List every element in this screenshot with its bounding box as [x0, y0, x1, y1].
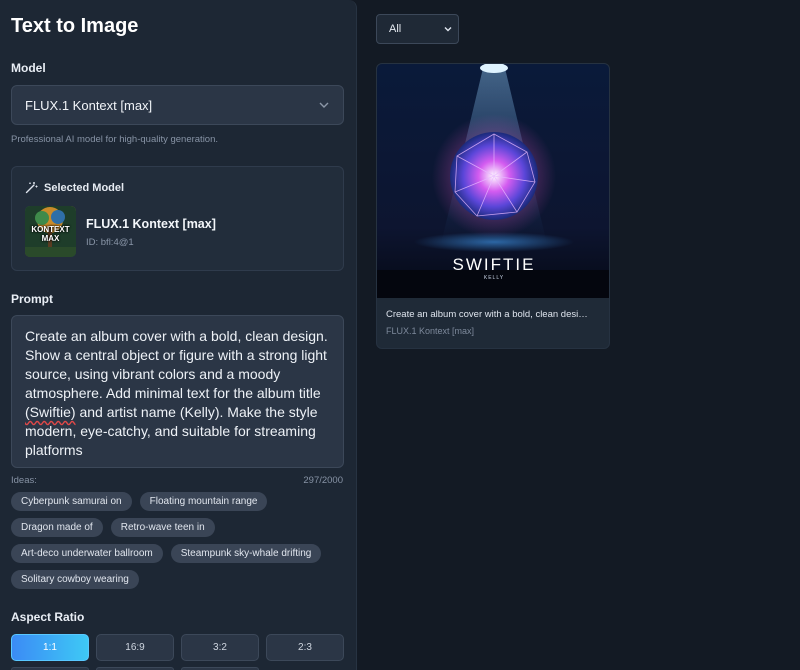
ratio-16-9-button[interactable]: 16:9 — [96, 634, 174, 661]
idea-chip[interactable]: Retro-wave teen in — [110, 518, 215, 537]
ideas-label: Ideas: — [11, 475, 37, 486]
idea-chips: Cyberpunk samurai on Floating mountain r… — [11, 492, 351, 589]
model-select-value: FLUX.1 Kontext [max] — [25, 97, 153, 113]
model-helper-text: Professional AI model for high-quality g… — [11, 134, 219, 145]
gallery-card[interactable]: SWIFTIE KELLY Create an album cover with… — [376, 63, 610, 349]
model-select[interactable]: FLUX.1 Kontext [max] — [11, 85, 344, 125]
idea-chip[interactable]: Cyberpunk samurai on — [11, 492, 132, 511]
generation-panel: Text to Image Model FLUX.1 Kontext [max]… — [0, 0, 357, 670]
idea-chip[interactable]: Steampunk sky-whale drifting — [170, 544, 322, 563]
thumb-text-bottom: MAX — [41, 234, 60, 243]
aspect-ratio-label: Aspect Ratio — [11, 610, 85, 624]
caption-text: Create an album cover with a bold, clean… — [386, 309, 592, 320]
selected-model-card: Selected Model KONTEXT MAX FLUX.1 Kontex… — [11, 166, 344, 271]
gallery-filter-value: All — [389, 23, 402, 35]
prompt-text-misspelled: (Swiftie) — [25, 404, 76, 420]
selected-model-name: FLUX.1 Kontext [max] — [86, 217, 216, 231]
gallery-card-model: FLUX.1 Kontext [max] — [386, 326, 475, 336]
thumb-text-top: KONTEXT — [31, 225, 70, 234]
prompt-text-start: Create an album cover with a bold, clean… — [25, 328, 328, 401]
gallery-card-caption: Create an album cover with a bold, clean… — [386, 309, 604, 320]
art-artist: KELLY — [484, 275, 504, 281]
idea-chip[interactable]: Dragon made of — [11, 518, 103, 537]
idea-chip[interactable]: Floating mountain range — [139, 492, 268, 511]
aspect-ratio-options: 1:1 16:9 3:2 2:3 — [11, 634, 344, 661]
model-label: Model — [11, 61, 46, 75]
ratio-1-1-button[interactable]: 1:1 — [11, 634, 89, 661]
gallery-filter-select[interactable]: All — [376, 14, 459, 44]
prompt-label: Prompt — [11, 292, 53, 306]
selected-model-heading: Selected Model — [44, 181, 125, 194]
art-title: SWIFTIE — [453, 255, 536, 274]
idea-chip[interactable]: Solitary cowboy wearing — [11, 570, 139, 589]
page-title: Text to Image — [11, 15, 139, 37]
model-thumbnail: KONTEXT MAX — [25, 206, 76, 257]
magic-wand-icon — [25, 182, 38, 194]
chevron-down-icon — [444, 27, 452, 32]
char-count: 297/2000 — [303, 475, 343, 486]
selected-model-header: Selected Model — [25, 181, 124, 194]
chevron-down-icon — [319, 102, 329, 108]
idea-chip[interactable]: Art-deco underwater ballroom — [11, 544, 163, 563]
ratio-2-3-button[interactable]: 2:3 — [266, 634, 344, 661]
prompt-textarea[interactable]: Create an album cover with a bold, clean… — [11, 315, 344, 468]
selected-model-id: ID: bfl:4@1 — [86, 237, 134, 248]
generated-image: SWIFTIE KELLY — [377, 64, 609, 298]
ratio-3-2-button[interactable]: 3:2 — [181, 634, 259, 661]
